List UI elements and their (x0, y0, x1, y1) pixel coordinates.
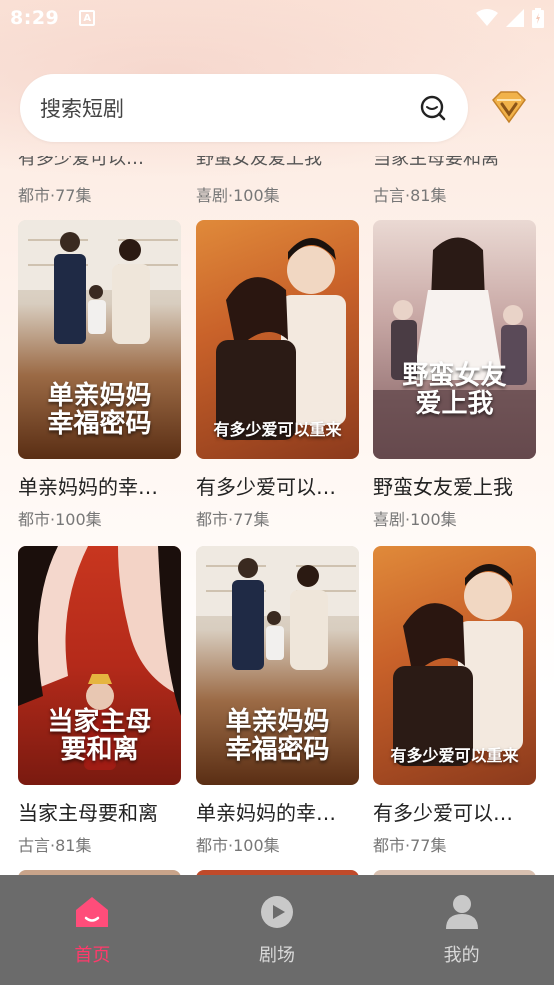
poster-image[interactable]: 有多少爱可以重来 (373, 546, 536, 785)
card-title: 野蛮女友爱上我 (373, 475, 513, 499)
poster-image[interactable]: 当家主母 要和离 (18, 546, 181, 785)
status-indicators (476, 8, 544, 28)
tab-mine[interactable]: 我的 (369, 875, 554, 985)
vip-diamond-icon[interactable] (487, 86, 531, 130)
drama-card[interactable]: 单亲妈妈 幸福密码 单亲妈妈的幸… 都市·100集 (18, 220, 181, 530)
card-meta: 都市·77集 (18, 186, 92, 205)
tab-label: 首页 (74, 945, 111, 966)
card-meta: 古言·81集 (18, 836, 92, 855)
card-title: 有多少爱可以… (18, 156, 144, 169)
card-title: 单亲妈妈的幸… (196, 801, 336, 825)
card-meta: 喜剧·100集 (196, 186, 280, 205)
card-meta: 都市·77集 (373, 836, 447, 855)
wifi-icon (476, 9, 498, 26)
drama-card[interactable]: 当家主母 要和离 当家主母要和离 古言·81集 (18, 546, 181, 856)
poster-title: 当家主母 要和离 (47, 706, 152, 766)
card-title: 当家主母要和离 (373, 156, 499, 169)
play-icon[interactable] (258, 893, 296, 931)
card-meta: 都市·100集 (18, 510, 102, 529)
signal-icon (506, 9, 524, 27)
card-meta: 喜剧·100集 (373, 510, 457, 529)
tab-label: 我的 (443, 945, 480, 966)
battery-icon (532, 8, 544, 28)
poster-title: 单亲妈妈 幸福密码 (225, 706, 330, 766)
card-title: 当家主母要和离 (18, 801, 158, 825)
status-bar: 8:29 A (0, 0, 554, 36)
card-title: 单亲妈妈的幸… (18, 475, 158, 499)
notification-a-icon: A (79, 10, 96, 26)
drama-card[interactable]: 单亲妈妈 幸福密码 单亲妈妈的幸… 都市·100集 (196, 546, 359, 856)
card-title: 有多少爱可以… (196, 475, 336, 499)
poster-image[interactable]: 单亲妈妈 幸福密码 (196, 546, 359, 785)
search-input[interactable]: 搜索短剧 (40, 93, 418, 123)
tab-home[interactable]: 首页 (0, 875, 185, 985)
tab-theater[interactable]: 剧场 (185, 875, 370, 985)
home-icon[interactable] (73, 893, 111, 931)
tab-label: 剧场 (259, 945, 295, 966)
poster-title: 单亲妈妈 幸福密码 (47, 380, 152, 440)
poster-image[interactable]: 单亲妈妈 幸福密码 (18, 220, 181, 459)
poster-title: 有多少爱可以重来 (213, 420, 342, 440)
search-box[interactable]: 搜索短剧 (20, 74, 468, 142)
card-title: 野蛮女友爱上我 (196, 156, 322, 169)
search-icon[interactable] (418, 93, 448, 123)
poster-image[interactable]: 野蛮女友 爱上我 (373, 220, 536, 459)
card-meta: 都市·100集 (196, 836, 280, 855)
card-meta: 都市·77集 (196, 510, 270, 529)
drama-card[interactable]: 有多少爱可以重来 有多少爱可以… 都市·77集 (196, 220, 359, 530)
status-time: 8:29 (10, 7, 60, 29)
drama-card[interactable]: 野蛮女友 爱上我 野蛮女友爱上我 喜剧·100集 (373, 220, 536, 530)
drama-card[interactable]: 有多少爱可以重来 有多少爱可以… 都市·77集 (373, 546, 536, 856)
poster-title: 有多少爱可以重来 (390, 746, 519, 766)
poster-image[interactable]: 有多少爱可以重来 (196, 220, 359, 459)
drama-grid: 有多少爱可以… 都市·77集 野蛮女友爱上我 喜剧·100集 当家主母要和离 古… (0, 150, 554, 875)
card-meta: 古言·81集 (373, 186, 447, 205)
user-icon[interactable] (443, 893, 481, 931)
poster-title: 野蛮女友 爱上我 (402, 360, 507, 420)
card-title: 有多少爱可以… (373, 801, 513, 825)
bottom-tab-bar: 首页 剧场 我的 (0, 875, 554, 985)
